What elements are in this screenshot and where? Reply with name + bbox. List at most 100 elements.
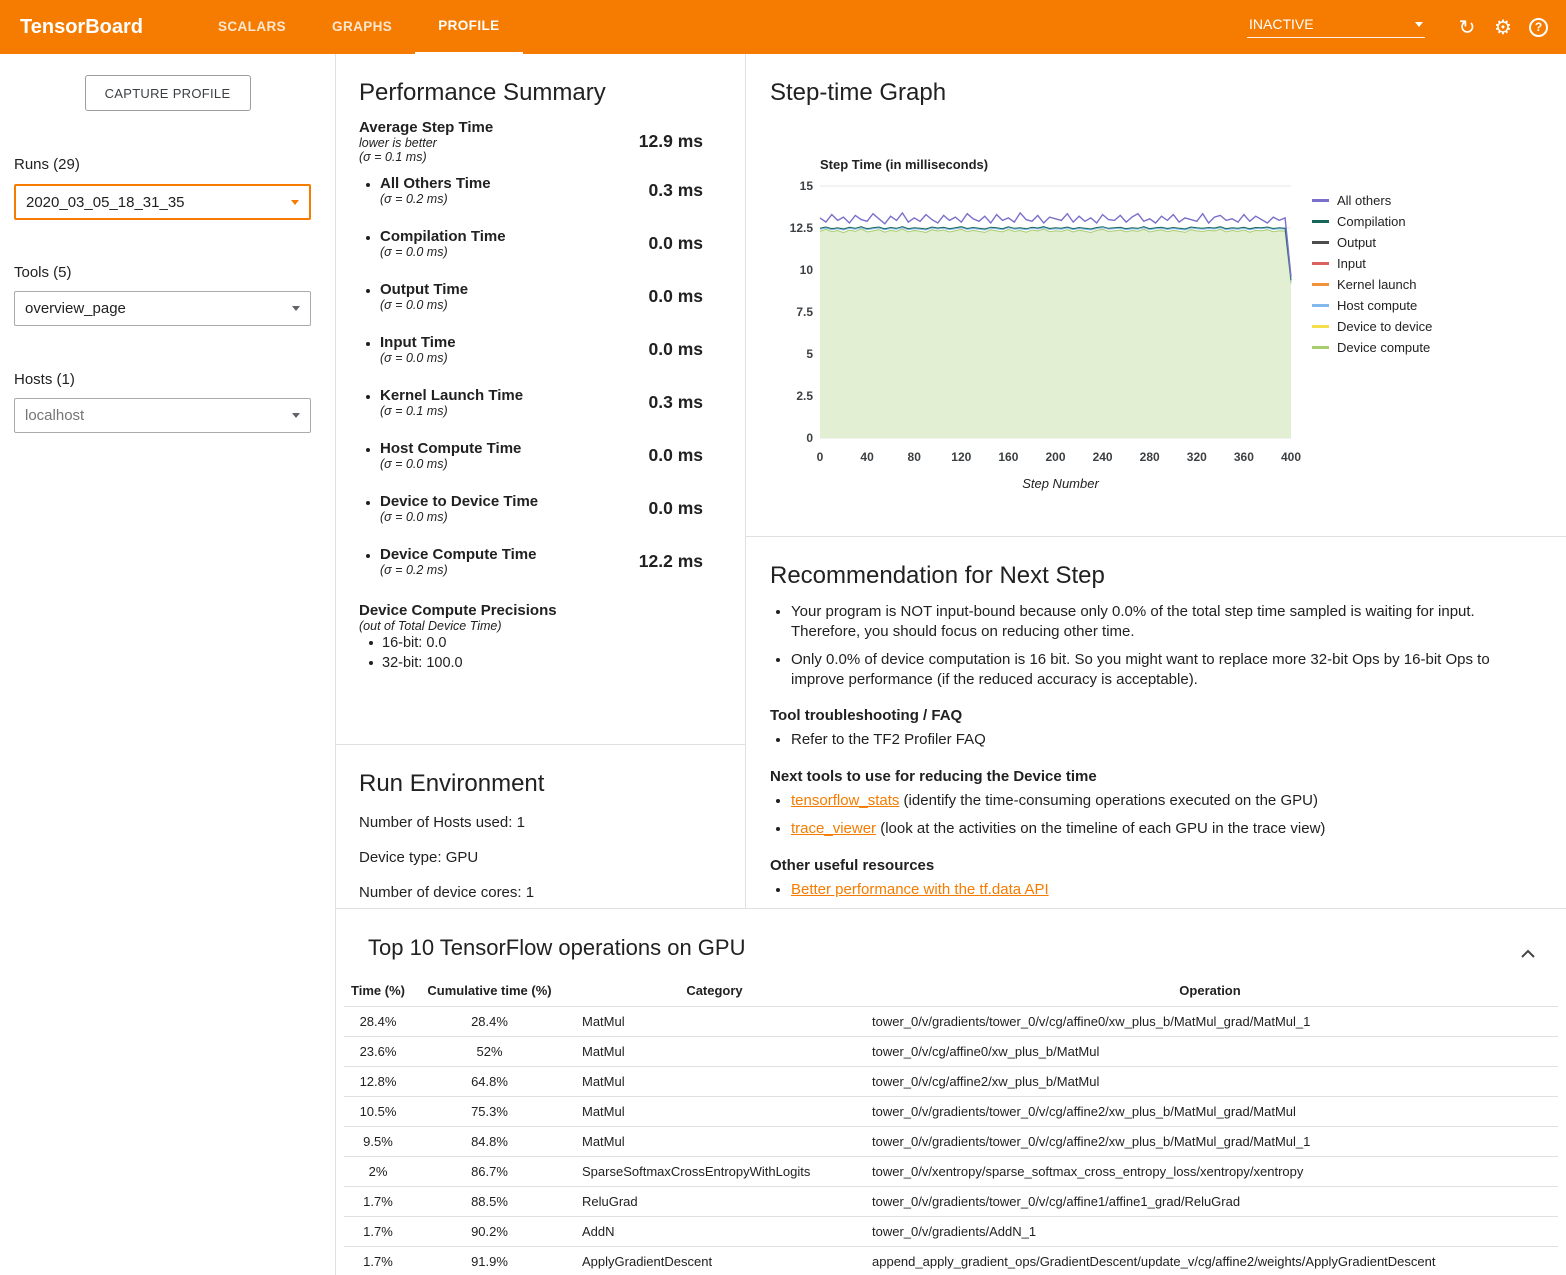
svg-text:200: 200: [1045, 450, 1065, 464]
table-cell: tower_0/v/cg/affine0/xw_plus_b/MatMul: [862, 1037, 1558, 1067]
chevron-down-icon: [292, 413, 300, 418]
precisions-items: 16-bit: 0.032-bit: 100.0: [359, 633, 703, 673]
perf-summary-item: Host Compute Time(σ = 0.0 ms)0.0 ms: [359, 429, 703, 482]
gear-icon[interactable]: ⚙: [1491, 15, 1515, 40]
tensorflow-stats-link[interactable]: tensorflow_stats: [791, 792, 899, 809]
col-category: Category: [567, 975, 862, 1007]
performance-summary-title: Performance Summary: [359, 79, 703, 107]
table-row: 9.5%84.8%MatMultower_0/v/gradients/tower…: [344, 1127, 1558, 1157]
table-row: 12.8%64.8%MatMultower_0/v/cg/affine2/xw_…: [344, 1067, 1558, 1097]
trace-viewer-link[interactable]: trace_viewer: [791, 820, 876, 837]
step-time-graph-title: Step-time Graph: [770, 79, 1566, 107]
table-cell: 2%: [344, 1157, 412, 1187]
next-tools-heading: Next tools to use for reducing the Devic…: [770, 768, 1521, 785]
run-environment-line: Device type: GPU: [359, 850, 725, 865]
legend-swatch: [1312, 220, 1329, 223]
tab-graphs[interactable]: GRAPHS: [309, 0, 415, 54]
table-cell: SparseSoftmaxCrossEntropyWithLogits: [567, 1157, 862, 1187]
resource-link-item: Better performance with the tf.data API: [791, 880, 1521, 900]
col-cumulative: Cumulative time (%): [412, 975, 567, 1007]
hosts-label: Hosts (1): [14, 371, 335, 388]
next-tools-list: tensorflow_stats (identify the time-cons…: [770, 791, 1521, 839]
sidebar: CAPTURE PROFILE Runs (29) 2020_03_05_18_…: [0, 54, 335, 1275]
legend-item: Host compute: [1312, 295, 1472, 316]
legend-swatch: [1312, 199, 1329, 202]
table-cell: MatMul: [567, 1067, 862, 1097]
table-cell: 52%: [412, 1037, 567, 1067]
precision-item: 16-bit: 0.0: [359, 633, 703, 653]
metric-sigma: (σ = 0.1 ms): [359, 150, 493, 164]
tool-link-item: tensorflow_stats (identify the time-cons…: [791, 791, 1521, 811]
table-cell: tower_0/v/xentropy/sparse_softmax_cross_…: [862, 1157, 1558, 1187]
tool-link-description: (identify the time-consuming operations …: [899, 792, 1318, 809]
legend-item: Device to device: [1312, 316, 1472, 337]
table-cell: 1.7%: [344, 1217, 412, 1247]
table-row: 10.5%75.3%MatMultower_0/v/gradients/towe…: [344, 1097, 1558, 1127]
table-cell: MatMul: [567, 1097, 862, 1127]
legend-label: All others: [1337, 193, 1391, 208]
tab-profile[interactable]: PROFILE: [415, 0, 522, 54]
main-tabs: SCALARS GRAPHS PROFILE: [195, 0, 523, 54]
performance-column: Performance Summary Average Step Time lo…: [336, 54, 746, 908]
svg-text:15: 15: [800, 179, 814, 193]
col-time: Time (%): [344, 975, 412, 1007]
legend-label: Kernel launch: [1337, 277, 1417, 292]
legend-item: Output: [1312, 232, 1472, 253]
table-cell: 90.2%: [412, 1217, 567, 1247]
legend-item: Device compute: [1312, 337, 1472, 358]
tools-select[interactable]: overview_page: [14, 291, 311, 326]
legend-swatch: [1312, 283, 1329, 286]
svg-text:0: 0: [817, 450, 824, 464]
svg-text:80: 80: [908, 450, 922, 464]
table-cell: ApplyGradientDescent: [567, 1247, 862, 1275]
perf-summary-item: All Others Time(σ = 0.2 ms)0.3 ms: [359, 164, 703, 217]
hosts-select[interactable]: localhost: [14, 398, 311, 433]
top-ops-section: Top 10 TensorFlow operations on GPU Time…: [336, 908, 1566, 1275]
step-time-chart-plot: 02.557.51012.515040801201602002402803203…: [770, 173, 1301, 465]
svg-text:12.5: 12.5: [790, 221, 814, 235]
legend-label: Compilation: [1337, 214, 1406, 229]
top-ops-table: Time (%) Cumulative time (%) Category Op…: [344, 975, 1558, 1275]
table-cell: tower_0/v/gradients/tower_0/v/cg/affine2…: [862, 1127, 1558, 1157]
perf-summary-item: Kernel Launch Time(σ = 0.1 ms)0.3 ms: [359, 376, 703, 429]
legend-label: Device compute: [1337, 340, 1430, 355]
help-icon[interactable]: ?: [1529, 18, 1548, 37]
svg-text:40: 40: [860, 450, 874, 464]
recommendation-section: Recommendation for Next Step Your progra…: [746, 537, 1566, 908]
tfdata-performance-link[interactable]: Better performance with the tf.data API: [791, 881, 1049, 898]
top-ops-title: Top 10 TensorFlow operations on GPU: [368, 935, 1566, 961]
table-cell: MatMul: [567, 1037, 862, 1067]
chevron-down-icon: [292, 306, 300, 311]
status-select[interactable]: INACTIVE: [1247, 16, 1425, 38]
refresh-icon[interactable]: ↻: [1455, 15, 1479, 40]
runs-select[interactable]: 2020_03_05_18_31_35: [14, 184, 311, 220]
tab-scalars[interactable]: SCALARS: [195, 0, 309, 54]
svg-text:10: 10: [800, 263, 814, 277]
capture-profile-button[interactable]: CAPTURE PROFILE: [85, 75, 251, 111]
table-cell: 10.5%: [344, 1097, 412, 1127]
collapse-section-button[interactable]: [1520, 947, 1536, 964]
svg-text:2.5: 2.5: [796, 389, 813, 403]
legend-label: Input: [1337, 256, 1366, 271]
run-environment-line: Number of device cores: 1: [359, 885, 725, 900]
metric-name: Average Step Time: [359, 119, 493, 136]
performance-summary-section: Performance Summary Average Step Time lo…: [336, 79, 745, 745]
table-cell: tower_0/v/gradients/tower_0/v/cg/affine1…: [862, 1187, 1558, 1217]
status-select-value: INACTIVE: [1249, 16, 1314, 32]
resources-heading: Other useful resources: [770, 857, 1521, 874]
legend-item: Kernel launch: [1312, 274, 1472, 295]
svg-text:360: 360: [1234, 450, 1254, 464]
step-time-graph-section: Step-time Graph Step Time (in millisecon…: [746, 54, 1566, 537]
chart-title: Step Time (in milliseconds): [820, 157, 1566, 173]
table-cell: tower_0/v/gradients/AddN_1: [862, 1217, 1558, 1247]
table-cell: 1.7%: [344, 1187, 412, 1217]
performance-summary-items: All Others Time(σ = 0.2 ms)0.3 msCompila…: [359, 164, 703, 588]
table-cell: 88.5%: [412, 1187, 567, 1217]
chevron-up-icon: [1520, 947, 1536, 961]
perf-summary-item: Device to Device Time(σ = 0.0 ms)0.0 ms: [359, 482, 703, 535]
table-cell: tower_0/v/gradients/tower_0/v/cg/affine2…: [862, 1097, 1558, 1127]
table-cell: MatMul: [567, 1127, 862, 1157]
table-cell: 9.5%: [344, 1127, 412, 1157]
step-time-chart: Step Time (in milliseconds) 02.557.51012…: [770, 157, 1566, 491]
average-step-time: Average Step Time lower is better (σ = 0…: [359, 119, 703, 164]
